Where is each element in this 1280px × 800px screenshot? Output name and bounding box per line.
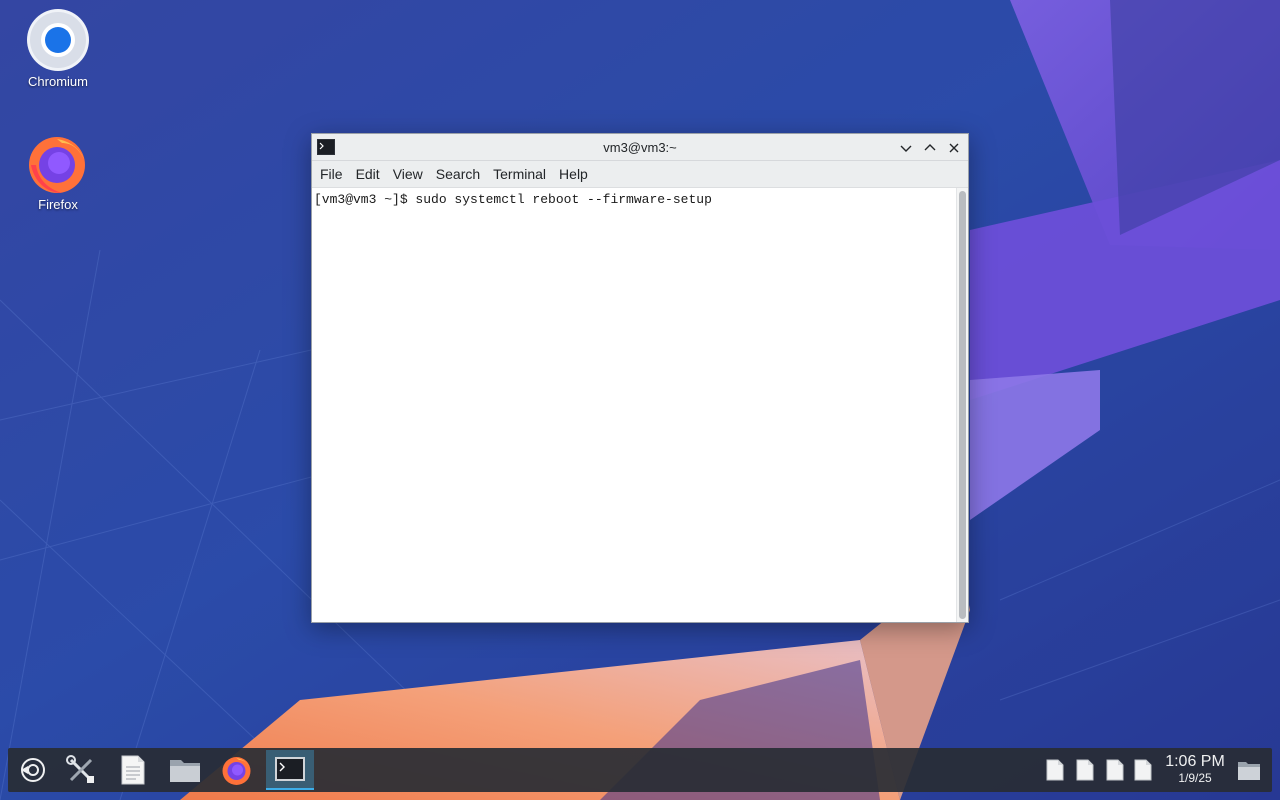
menu-edit[interactable]: Edit xyxy=(351,161,385,188)
file-manager-icon xyxy=(170,760,200,782)
text-editor-launcher-button[interactable] xyxy=(110,750,156,790)
document-icon[interactable] xyxy=(1134,759,1152,781)
chevron-down-icon xyxy=(900,145,912,152)
firefox-icon xyxy=(29,137,85,193)
menu-search[interactable]: Search xyxy=(431,161,485,188)
settings-tools-icon xyxy=(66,755,94,783)
vertical-scrollbar[interactable] xyxy=(956,188,968,622)
document-icon[interactable] xyxy=(1076,759,1094,781)
desktop-icon-firefox[interactable]: Firefox xyxy=(8,131,108,212)
maximize-button[interactable] xyxy=(920,138,940,158)
show-desktop-button[interactable] xyxy=(1234,750,1264,790)
terminal-task-button[interactable] xyxy=(266,750,314,790)
menu-file[interactable]: File xyxy=(315,161,348,188)
close-button[interactable] xyxy=(944,138,964,158)
menu-terminal[interactable]: Terminal xyxy=(488,161,551,188)
application-menu-icon xyxy=(21,758,45,782)
taskbar: 1:06 PM 1/9/25 xyxy=(8,748,1272,792)
folder-icon xyxy=(1238,762,1260,780)
desktop-icon-chromium[interactable]: Chromium xyxy=(8,8,108,89)
document-icon[interactable] xyxy=(1046,759,1064,781)
menubar: File Edit View Search Terminal Help xyxy=(312,161,968,188)
menu-view[interactable]: View xyxy=(388,161,428,188)
scrollbar-thumb[interactable] xyxy=(959,191,966,619)
window-titlebar[interactable]: vm3@vm3:~ xyxy=(312,134,968,161)
digital-clock[interactable]: 1:06 PM 1/9/25 xyxy=(1160,753,1230,785)
firefox-icon xyxy=(222,757,251,785)
chromium-icon xyxy=(27,9,89,71)
terminal-window[interactable]: vm3@vm3:~ File Edit View Search Terminal… xyxy=(311,133,969,623)
chevron-up-icon xyxy=(924,144,936,151)
desktop-icon-label: Chromium xyxy=(28,74,88,89)
desktop-icon-label: Firefox xyxy=(38,197,78,212)
application-launcher-button[interactable] xyxy=(10,750,56,790)
clock-date: 1/9/25 xyxy=(1178,771,1212,785)
clock-time: 1:06 PM xyxy=(1165,753,1225,770)
terminal-output[interactable]: [vm3@vm3 ~]$ sudo systemctl reboot --fir… xyxy=(312,188,956,622)
desktop: Chromium Firefox vm3@vm3:~ File Edit Vie… xyxy=(0,0,1280,800)
close-icon xyxy=(949,143,959,153)
window-title: vm3@vm3:~ xyxy=(603,140,677,155)
settings-launcher-button[interactable] xyxy=(58,750,104,790)
document-icon[interactable] xyxy=(1106,759,1124,781)
text-editor-icon xyxy=(121,755,145,785)
terminal-line: [vm3@vm3 ~]$ sudo systemctl reboot --fir… xyxy=(314,192,712,207)
file-manager-launcher-button[interactable] xyxy=(162,750,208,790)
menu-help[interactable]: Help xyxy=(554,161,593,188)
firefox-launcher-button[interactable] xyxy=(214,750,260,790)
minimize-button[interactable] xyxy=(896,138,916,158)
terminal-icon xyxy=(275,757,305,781)
